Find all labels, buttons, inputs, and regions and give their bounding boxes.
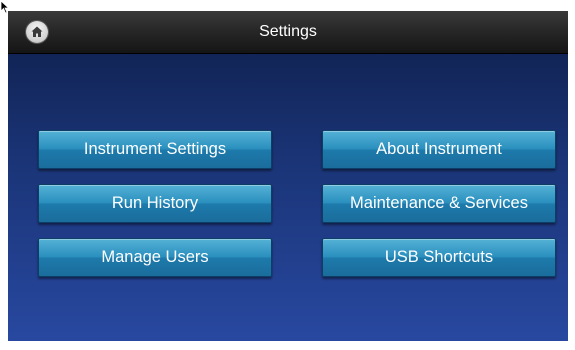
home-button[interactable] bbox=[26, 21, 48, 43]
usb-shortcuts-button[interactable]: USB Shortcuts bbox=[322, 238, 556, 277]
maintenance-services-button[interactable]: Maintenance & Services bbox=[322, 184, 556, 223]
settings-screen: Settings Instrument Settings About Instr… bbox=[8, 11, 568, 341]
page-title: Settings bbox=[259, 23, 317, 40]
title-bar: Settings bbox=[8, 11, 568, 54]
about-instrument-button[interactable]: About Instrument bbox=[322, 130, 556, 169]
instrument-settings-button[interactable]: Instrument Settings bbox=[38, 130, 272, 169]
home-icon bbox=[31, 26, 43, 37]
manage-users-button[interactable]: Manage Users bbox=[38, 238, 272, 277]
run-history-button[interactable]: Run History bbox=[38, 184, 272, 223]
